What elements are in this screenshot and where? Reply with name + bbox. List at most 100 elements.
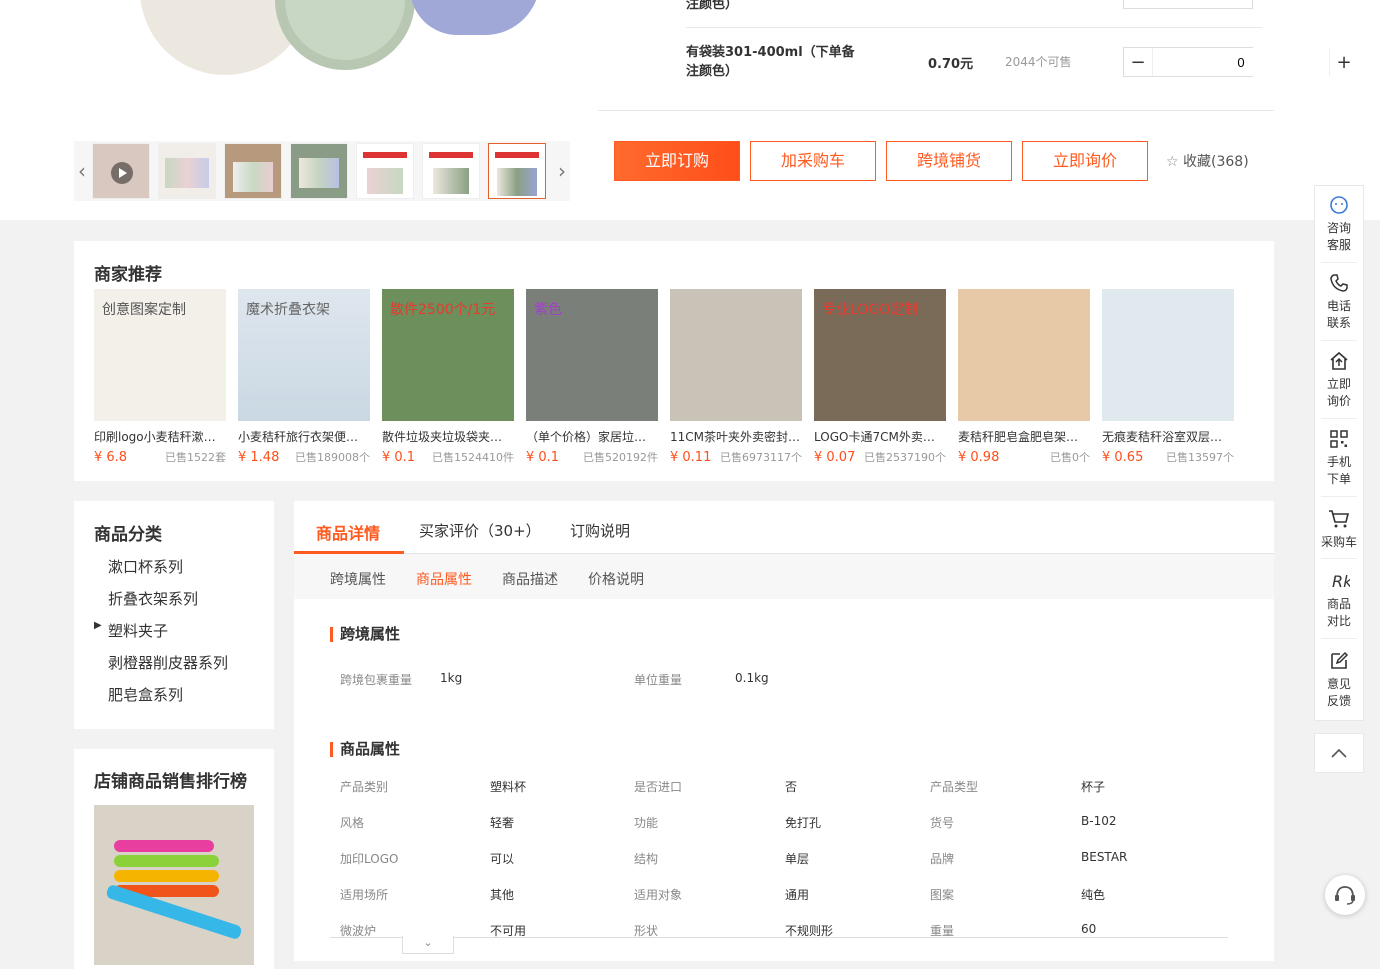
quantity-input[interactable] xyxy=(1152,48,1330,76)
recommend-item[interactable]: 麦秸秆肥皂盒肥皂架家用沥水 ¥ 0.98 已售0个 xyxy=(958,289,1090,465)
attr-key: 是否进口 xyxy=(634,780,683,794)
attr-value: 塑料杯 xyxy=(490,780,527,794)
plus-icon[interactable]: + xyxy=(1330,52,1358,73)
tab-details[interactable]: 商品详情 xyxy=(316,520,380,544)
subtab-attributes[interactable]: 商品属性 xyxy=(416,569,472,589)
thumbnail[interactable] xyxy=(290,143,348,199)
thumbnail[interactable] xyxy=(224,143,282,199)
favorite-button[interactable]: ☆ 收藏(368) xyxy=(1166,151,1249,171)
quantity-stepper[interactable]: − + xyxy=(1123,47,1352,77)
ranking-product-image[interactable] xyxy=(94,805,254,965)
phone-icon xyxy=(1330,274,1348,292)
attr-key: 风格 xyxy=(340,816,365,830)
back-to-top-button[interactable] xyxy=(1314,733,1364,773)
mobile-order-button[interactable]: 手机 下单 xyxy=(1315,428,1363,488)
recommend-item-name[interactable]: 印刷logo小麦秸秆漱口杯 xyxy=(94,428,226,445)
caret-right-icon: ▶ xyxy=(94,620,102,631)
recommend-item-image[interactable] xyxy=(1102,289,1234,421)
recommend-item-price: ¥ 0.11 xyxy=(670,450,712,465)
attr-value: 杯子 xyxy=(1081,780,1106,794)
attr-key: 适用对象 xyxy=(634,888,683,902)
recommend-item-image[interactable]: 专业LOGO定制 xyxy=(814,289,946,421)
recommend-item-sold: 已售520192件 xyxy=(583,451,658,464)
recommend-item-name[interactable]: 麦秸秆肥皂盒肥皂架家用沥水 xyxy=(958,428,1090,445)
recommend-item-image[interactable] xyxy=(670,289,802,421)
subtab-description[interactable]: 商品描述 xyxy=(502,569,558,589)
add-cart-button[interactable]: 加采购车 xyxy=(750,141,876,181)
recommend-item-image-text: 专业LOGO定制 xyxy=(822,302,919,318)
thumbnail[interactable] xyxy=(422,143,480,199)
thumbnail[interactable] xyxy=(158,143,216,199)
recommend-item[interactable]: 散件2500个/1元散件垃圾夹垃圾袋夹子固定 ¥ 0.1 已售1524410件 xyxy=(382,289,514,465)
attr-key: 品牌 xyxy=(930,852,955,866)
thumbnail-selected[interactable] xyxy=(488,143,546,199)
recommend-item-image-text: 创意图案定制 xyxy=(102,302,186,318)
category-item[interactable]: 剥橙器削皮器系列 xyxy=(108,652,228,673)
recommend-item-image[interactable]: 散件2500个/1元 xyxy=(382,289,514,421)
compare-button[interactable]: Rk 商品 对比 xyxy=(1315,570,1363,630)
recommend-item-image[interactable]: 紫色 xyxy=(526,289,658,421)
attr-value: 可以 xyxy=(490,852,515,866)
recommend-item-name[interactable]: 小麦秸秆旅行衣架便携式折叠 xyxy=(238,428,370,445)
inquiry-button[interactable]: 立即询价 xyxy=(1022,141,1148,181)
recommend-item-image[interactable] xyxy=(958,289,1090,421)
feedback-button[interactable]: 意见 反馈 xyxy=(1315,650,1363,710)
consult-service-button[interactable]: 咨询 客服 xyxy=(1315,194,1363,254)
play-icon xyxy=(111,162,133,184)
minus-icon[interactable]: − xyxy=(1124,52,1152,73)
chevron-down-icon[interactable]: ⌄ xyxy=(402,936,454,954)
quantity-stepper[interactable] xyxy=(1123,0,1253,9)
star-icon: ☆ xyxy=(1166,154,1179,170)
cross-border-button[interactable]: 跨境铺货 xyxy=(886,141,1012,181)
attr-key: 产品类型 xyxy=(930,780,979,794)
category-item[interactable]: 漱口杯系列 xyxy=(108,556,183,577)
attr-value: 通用 xyxy=(785,888,810,902)
tab-order-info[interactable]: 订购说明 xyxy=(570,520,630,541)
recommend-item-name[interactable]: LOGO卡通7CM外卖封口夹 xyxy=(814,428,946,445)
recommend-item[interactable]: 魔术折叠衣架小麦秸秆旅行衣架便携式折叠 ¥ 1.48 已售189008个 xyxy=(238,289,370,465)
recommend-item[interactable]: 紫色 （单个价格）家居垃圾袋夹 ¥ 0.1 已售520192件 xyxy=(526,289,658,465)
phone-contact-button[interactable]: 电话 联系 xyxy=(1315,272,1363,332)
attr-value: 否 xyxy=(785,780,798,794)
recommend-item-name[interactable]: 无痕麦秸秆浴室双层沥水皂盒 xyxy=(1102,428,1234,445)
recommend-item-sold: 已售1522套 xyxy=(165,451,226,464)
section-title: 商品分类 xyxy=(94,525,162,545)
cart-side-button[interactable]: 采购车 xyxy=(1315,508,1363,551)
buy-now-button[interactable]: 立即订购 xyxy=(614,141,740,181)
inquiry-side-button[interactable]: 立即 询价 xyxy=(1315,350,1363,410)
recommend-item[interactable]: 创意图案定制 印刷logo小麦秸秆漱口杯 ¥ 6.8 已售1522套 xyxy=(94,289,226,465)
subtab-price[interactable]: 价格说明 xyxy=(588,569,644,589)
headset-icon xyxy=(1335,886,1355,905)
recommend-item[interactable]: 11CM茶叶夹外卖密封夹子 ¥ 0.11 已售6973117个 xyxy=(670,289,802,465)
category-item[interactable]: 折叠衣架系列 xyxy=(108,588,198,609)
cart-icon xyxy=(1329,510,1350,528)
subtab-cross-border[interactable]: 跨境属性 xyxy=(330,569,386,589)
sku-price: 0.70元 xyxy=(928,57,974,72)
online-chat-button[interactable] xyxy=(1325,875,1365,915)
recommend-item-name[interactable]: 11CM茶叶夹外卖密封夹子 xyxy=(670,428,802,445)
attr-value: 60 xyxy=(1081,922,1097,936)
recommend-item-name[interactable]: 散件垃圾夹垃圾袋夹子固定 xyxy=(382,428,514,445)
attr-key: 适用场所 xyxy=(340,888,389,902)
chevron-left-icon[interactable]: ‹ xyxy=(74,141,90,201)
tab-reviews[interactable]: 买家评价（30+） xyxy=(419,520,541,541)
category-item[interactable]: 肥皂盒系列 xyxy=(108,684,183,705)
main-product-image xyxy=(140,0,540,75)
recommend-item[interactable]: 无痕麦秸秆浴室双层沥水皂盒 ¥ 0.65 已售13597个 xyxy=(1102,289,1234,465)
recommend-item-image-text: 紫色 xyxy=(534,302,562,318)
attr-key: 加印LOGO xyxy=(340,852,399,866)
recommend-item-image[interactable]: 魔术折叠衣架 xyxy=(238,289,370,421)
thumbnail[interactable] xyxy=(92,143,150,199)
thumbnail[interactable] xyxy=(356,143,414,199)
category-item-active[interactable]: ▶ 塑料夹子 xyxy=(94,620,168,641)
recommend-item-price: ¥ 0.1 xyxy=(526,450,560,465)
recommend-item-image[interactable]: 创意图案定制 xyxy=(94,289,226,421)
home-upload-icon xyxy=(1330,351,1348,370)
recommend-item[interactable]: 专业LOGO定制 LOGO卡通7CM外卖封口夹 ¥ 0.07 已售2537190个 xyxy=(814,289,946,465)
attr-value: 0.1kg xyxy=(735,671,769,685)
recommend-item-name[interactable]: （单个价格）家居垃圾袋夹 xyxy=(526,428,658,445)
recommend-item-sold: 已售1524410件 xyxy=(432,451,514,464)
recommend-item-price: ¥ 0.1 xyxy=(382,450,416,465)
chevron-right-icon[interactable]: › xyxy=(554,141,570,201)
attr-key: 单位重量 xyxy=(634,673,683,687)
